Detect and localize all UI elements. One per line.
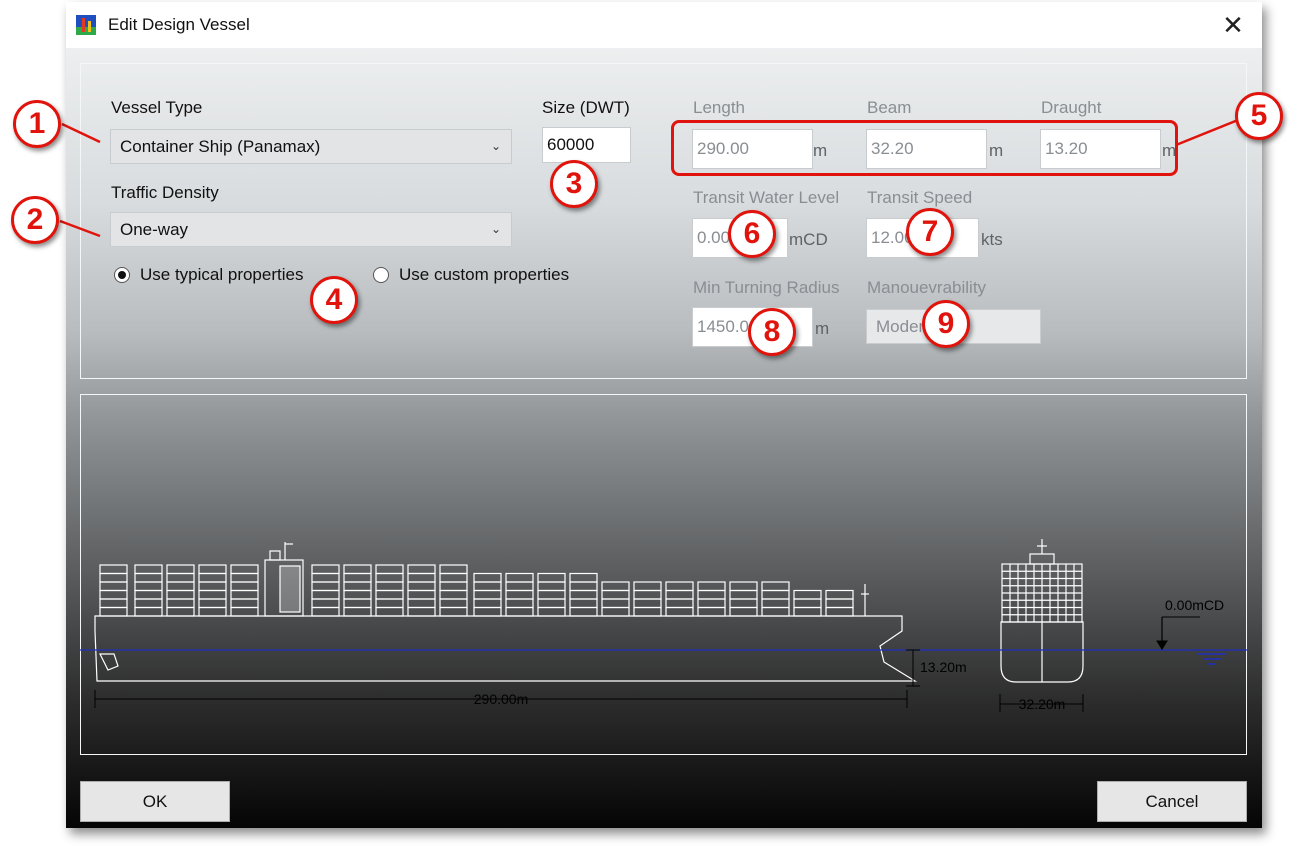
callout-4: 4 (310, 276, 358, 324)
callout-7: 7 (906, 208, 954, 256)
callout-8: 8 (748, 308, 796, 356)
callout-5: 5 (1235, 92, 1283, 140)
callout-6: 6 (728, 210, 776, 258)
callout-9: 9 (922, 300, 970, 348)
callout-2: 2 (11, 196, 59, 244)
callout-1: 1 (13, 100, 61, 148)
callout-3: 3 (550, 160, 598, 208)
dimensions-highlight-box (671, 120, 1178, 176)
